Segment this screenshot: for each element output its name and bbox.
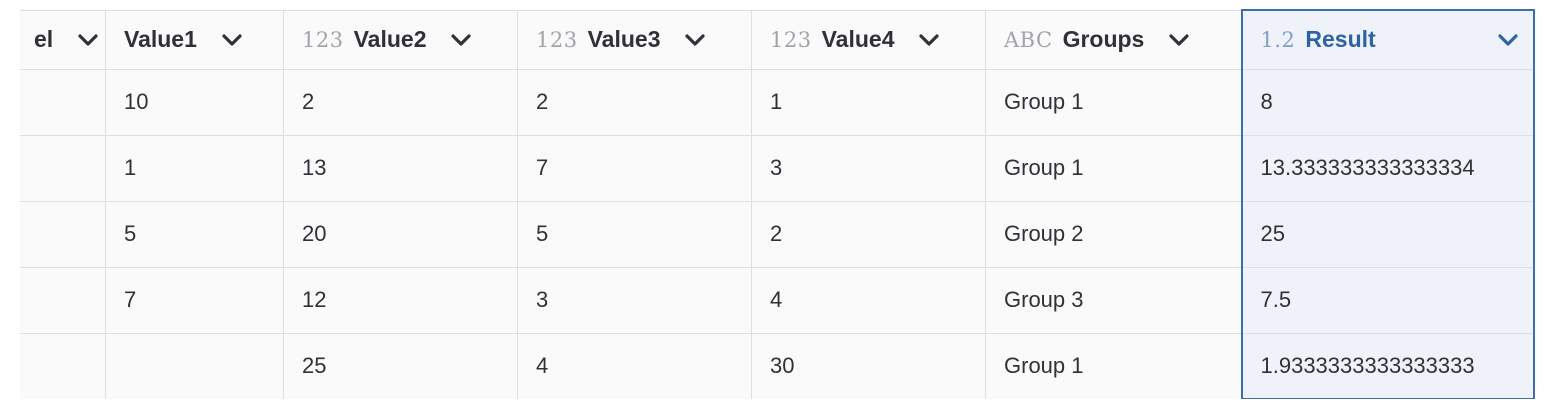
- cell-value1[interactable]: [105, 332, 284, 399]
- cell-label[interactable]: [20, 266, 106, 334]
- cell-value4[interactable]: 1: [751, 68, 986, 136]
- chevron-down-icon[interactable]: [1168, 29, 1190, 51]
- text-type-icon: ABC: [1004, 27, 1053, 52]
- cell-value2[interactable]: 12: [283, 266, 518, 334]
- numeric-type-icon: 123: [770, 27, 812, 52]
- table-header: el Value1 123 Value2 123 Value3 123 Valu…: [20, 9, 1535, 70]
- decimal-type-icon: 1.2: [1260, 27, 1296, 52]
- cell-value1[interactable]: 7: [105, 266, 284, 334]
- cell-label[interactable]: [20, 134, 106, 202]
- cell-value2[interactable]: 25: [283, 332, 518, 399]
- cell-value2[interactable]: 2: [283, 68, 518, 136]
- table-row: 7 12 3 4 Group 3 7.5: [20, 266, 1535, 334]
- cell-label[interactable]: [20, 68, 106, 136]
- column-header-groups-text: Groups: [1062, 26, 1145, 52]
- cell-result[interactable]: 7.5: [1240, 266, 1535, 334]
- table-row: 10 2 2 1 Group 1 8: [20, 68, 1535, 136]
- column-header-value4-text: Value4: [821, 26, 895, 52]
- column-header-value1[interactable]: Value1: [105, 9, 284, 70]
- cell-result[interactable]: 8: [1240, 68, 1535, 136]
- column-header-value3-text: Value3: [587, 26, 661, 52]
- cell-groups[interactable]: Group 1: [985, 134, 1242, 202]
- chevron-down-icon[interactable]: [1497, 29, 1519, 51]
- cell-groups[interactable]: Group 2: [985, 200, 1242, 268]
- data-table: el Value1 123 Value2 123 Value3 123 Valu…: [20, 9, 1535, 399]
- cell-value1[interactable]: 5: [105, 200, 284, 268]
- column-header-label-text: el: [34, 26, 54, 52]
- cell-value2[interactable]: 20: [283, 200, 518, 268]
- cell-value1[interactable]: 10: [105, 68, 284, 136]
- data-grid: el Value1 123 Value2 123 Value3 123 Valu…: [20, 9, 1546, 399]
- cell-result[interactable]: 25: [1240, 200, 1535, 268]
- cell-value4[interactable]: 30: [751, 332, 986, 399]
- cell-groups[interactable]: Group 1: [985, 68, 1242, 136]
- numeric-type-icon: 123: [536, 27, 578, 52]
- cell-value3[interactable]: 5: [517, 200, 752, 268]
- chevron-down-icon[interactable]: [450, 29, 472, 51]
- cell-result[interactable]: 13.333333333333334: [1240, 134, 1535, 202]
- cell-label[interactable]: [20, 332, 106, 399]
- table-row: 5 20 5 2 Group 2 25: [20, 200, 1535, 268]
- cell-groups[interactable]: Group 1: [985, 332, 1242, 399]
- chevron-down-icon[interactable]: [77, 29, 99, 51]
- column-header-groups[interactable]: ABC Groups: [985, 9, 1242, 70]
- chevron-down-icon[interactable]: [221, 29, 243, 51]
- column-header-value2[interactable]: 123 Value2: [283, 9, 518, 70]
- cell-value2[interactable]: 13: [283, 134, 518, 202]
- numeric-type-icon: 123: [302, 27, 344, 52]
- cell-value1[interactable]: 1: [105, 134, 284, 202]
- cell-groups[interactable]: Group 3: [985, 266, 1242, 334]
- column-header-value3[interactable]: 123 Value3: [517, 9, 752, 70]
- cell-value3[interactable]: 4: [517, 332, 752, 399]
- column-header-result-text: Result: [1305, 26, 1376, 53]
- column-header-result[interactable]: 1.2 Result: [1240, 9, 1535, 70]
- header-row: el Value1 123 Value2 123 Value3 123 Valu…: [20, 9, 1535, 70]
- chevron-down-icon[interactable]: [684, 29, 706, 51]
- cell-value4[interactable]: 4: [751, 266, 986, 334]
- cell-value3[interactable]: 7: [517, 134, 752, 202]
- column-header-value2-text: Value2: [353, 26, 427, 52]
- column-header-value4[interactable]: 123 Value4: [751, 9, 986, 70]
- table-body: 10 2 2 1 Group 1 8 1 13 7 3 Group 1 13.3…: [20, 68, 1535, 399]
- cell-result[interactable]: 1.9333333333333333: [1240, 332, 1535, 399]
- table-row: 25 4 30 Group 1 1.9333333333333333: [20, 332, 1535, 399]
- cell-label[interactable]: [20, 200, 106, 268]
- cell-value4[interactable]: 3: [751, 134, 986, 202]
- chevron-down-icon[interactable]: [918, 29, 940, 51]
- column-header-label[interactable]: el: [20, 9, 106, 70]
- cell-value3[interactable]: 2: [517, 68, 752, 136]
- cell-value4[interactable]: 2: [751, 200, 986, 268]
- column-header-value1-text: Value1: [124, 26, 197, 52]
- cell-value3[interactable]: 3: [517, 266, 752, 334]
- table-row: 1 13 7 3 Group 1 13.333333333333334: [20, 134, 1535, 202]
